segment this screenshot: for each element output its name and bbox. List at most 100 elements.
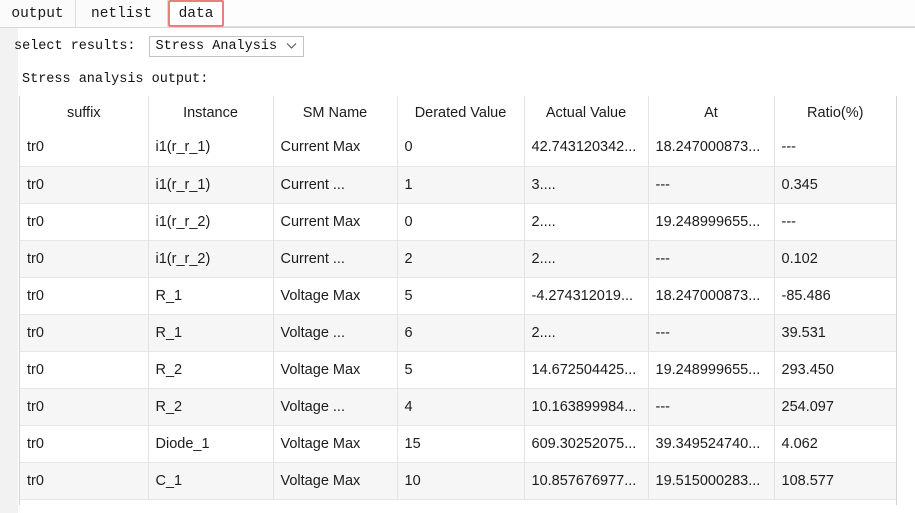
cell-suffix: tr0: [20, 313, 149, 351]
cell-instance: Diode_1: [148, 424, 274, 462]
cell-ratio: 254.097: [774, 387, 896, 425]
cell-instance: C_1: [148, 461, 274, 499]
table-row[interactable]: tr0 R_2 Voltage Max 5 14.672504425... 19…: [20, 350, 896, 388]
table-header: suffix Instance SM Name Derated Value Ac…: [20, 96, 896, 129]
cell-suffix: tr0: [20, 239, 149, 277]
tab-output[interactable]: output: [0, 0, 76, 27]
table-row[interactable]: tr0 C_1 Voltage Max 10 10.857676977... 1…: [20, 461, 896, 499]
cell-at: ---: [648, 387, 775, 425]
cell-ratio: -85.486: [774, 276, 896, 314]
cell-at: 19.515000283...: [648, 461, 775, 499]
cell-instance: i1(r_r_1): [148, 165, 274, 203]
cell-sm-name: Voltage ...: [273, 313, 398, 351]
stress-analysis-table-container: suffix Instance SM Name Derated Value Ac…: [19, 96, 897, 505]
cell-sm-name: Voltage ...: [273, 387, 398, 425]
cell-suffix: tr0: [20, 165, 149, 203]
stress-analysis-table: suffix Instance SM Name Derated Value Ac…: [20, 96, 896, 499]
table-row[interactable]: tr0 i1(r_r_1) Current ... 1 3.... --- 0.…: [20, 165, 896, 203]
table-row[interactable]: tr0 i1(r_r_1) Current Max 0 42.743120342…: [20, 129, 896, 166]
column-header-instance[interactable]: Instance: [148, 96, 274, 129]
cell-actual-value: 2....: [524, 202, 649, 240]
column-header-suffix[interactable]: suffix: [20, 96, 149, 129]
cell-derated-value: 5: [397, 276, 525, 314]
left-gutter: [0, 0, 18, 513]
cell-suffix: tr0: [20, 350, 149, 388]
tab-bar: output netlist data: [0, 0, 915, 28]
cell-ratio: ---: [774, 202, 896, 240]
cell-ratio: 0.345: [774, 165, 896, 203]
cell-suffix: tr0: [20, 424, 149, 462]
cell-suffix: tr0: [20, 202, 149, 240]
table-bottom-filler: [20, 499, 896, 505]
table-row[interactable]: tr0 R_1 Voltage Max 5 -4.274312019... 18…: [20, 276, 896, 314]
cell-actual-value: 14.672504425...: [524, 350, 649, 388]
cell-derated-value: 6: [397, 313, 525, 351]
select-results-label: select results:: [14, 38, 136, 54]
table-row[interactable]: tr0 R_1 Voltage ... 6 2.... --- 39.531: [20, 313, 896, 351]
cell-derated-value: 1: [397, 165, 525, 203]
cell-sm-name: Current ...: [273, 165, 398, 203]
cell-sm-name: Current ...: [273, 239, 398, 277]
column-header-derated-value[interactable]: Derated Value: [397, 96, 525, 129]
cell-at: 19.248999655...: [648, 350, 775, 388]
cell-actual-value: 42.743120342...: [524, 129, 649, 166]
cell-at: 18.247000873...: [648, 276, 775, 314]
section-caption: Stress analysis output:: [22, 72, 209, 87]
cell-at: 39.349524740...: [648, 424, 775, 462]
cell-instance: i1(r_r_2): [148, 202, 274, 240]
cell-instance: i1(r_r_1): [148, 129, 274, 166]
cell-suffix: tr0: [20, 387, 149, 425]
cell-actual-value: 2....: [524, 313, 649, 351]
cell-ratio: 0.102: [774, 239, 896, 277]
cell-instance: R_2: [148, 387, 274, 425]
cell-suffix: tr0: [20, 276, 149, 314]
table-row[interactable]: tr0 i1(r_r_2) Current ... 2 2.... --- 0.…: [20, 239, 896, 277]
cell-sm-name: Current Max: [273, 202, 398, 240]
chevron-down-icon: [285, 40, 297, 52]
tab-netlist[interactable]: netlist: [76, 0, 168, 27]
cell-at: ---: [648, 313, 775, 351]
table-header-row: suffix Instance SM Name Derated Value Ac…: [20, 96, 896, 129]
column-header-ratio[interactable]: Ratio(%): [774, 96, 896, 129]
cell-ratio: 39.531: [774, 313, 896, 351]
cell-derated-value: 2: [397, 239, 525, 277]
cell-ratio: 293.450: [774, 350, 896, 388]
table-row[interactable]: tr0 i1(r_r_2) Current Max 0 2.... 19.248…: [20, 202, 896, 240]
column-header-at[interactable]: At: [648, 96, 775, 129]
cell-suffix: tr0: [20, 461, 149, 499]
column-header-sm-name[interactable]: SM Name: [273, 96, 398, 129]
table-row[interactable]: tr0 R_2 Voltage ... 4 10.163899984... --…: [20, 387, 896, 425]
cell-at: ---: [648, 165, 775, 203]
cell-suffix: tr0: [20, 129, 149, 166]
cell-derated-value: 10: [397, 461, 525, 499]
cell-at: ---: [648, 239, 775, 277]
cell-derated-value: 15: [397, 424, 525, 462]
tab-data[interactable]: data: [168, 0, 224, 27]
cell-ratio: 4.062: [774, 424, 896, 462]
cell-at: 18.247000873...: [648, 129, 775, 166]
cell-actual-value: 3....: [524, 165, 649, 203]
results-select[interactable]: Stress Analysis: [148, 35, 305, 57]
cell-actual-value: 10.857676977...: [524, 461, 649, 499]
cell-sm-name: Current Max: [273, 129, 398, 166]
results-select-value: Stress Analysis: [155, 38, 278, 54]
cell-actual-value: -4.274312019...: [524, 276, 649, 314]
cell-sm-name: Voltage Max: [273, 350, 398, 388]
table-body: tr0 i1(r_r_1) Current Max 0 42.743120342…: [20, 129, 896, 499]
cell-at: 19.248999655...: [648, 202, 775, 240]
tab-output-label: output: [11, 5, 64, 22]
tab-strip: output netlist data: [0, 0, 224, 27]
cell-actual-value: 10.163899984...: [524, 387, 649, 425]
cell-instance: R_2: [148, 350, 274, 388]
cell-derated-value: 5: [397, 350, 525, 388]
cell-ratio: ---: [774, 129, 896, 166]
column-header-actual-value[interactable]: Actual Value: [524, 96, 649, 129]
select-results-row: select results: Stress Analysis: [14, 35, 305, 57]
cell-instance: R_1: [148, 313, 274, 351]
tab-bar-filler: [224, 0, 915, 27]
cell-derated-value: 0: [397, 202, 525, 240]
cell-actual-value: 2....: [524, 239, 649, 277]
cell-actual-value: 609.30252075...: [524, 424, 649, 462]
table-row[interactable]: tr0 Diode_1 Voltage Max 15 609.30252075.…: [20, 424, 896, 462]
cell-instance: i1(r_r_2): [148, 239, 274, 277]
